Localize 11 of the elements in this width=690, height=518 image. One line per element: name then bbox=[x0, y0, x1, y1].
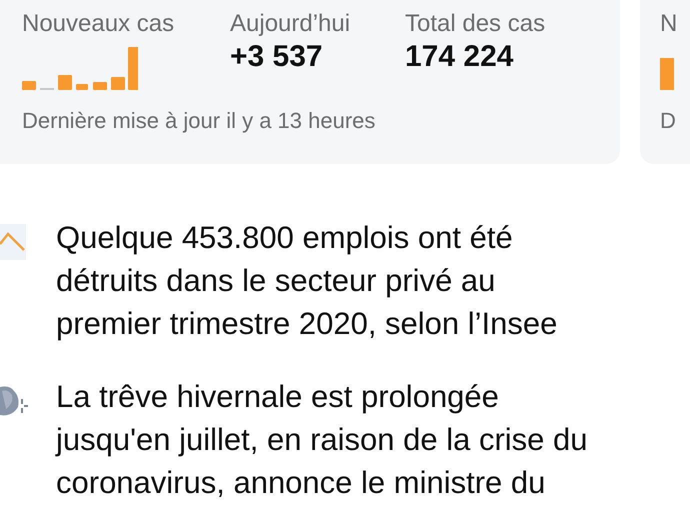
stat-value: +3 537 bbox=[230, 40, 323, 74]
stat-label: Total des cas bbox=[405, 10, 546, 38]
line-chart-icon bbox=[0, 224, 28, 260]
update-time: D bbox=[660, 108, 676, 134]
update-time: Dernière mise à jour il y a 13 heures bbox=[22, 108, 376, 134]
card-title: Nouveaux cas bbox=[22, 10, 174, 38]
stat-label: Aujourd’hui bbox=[230, 10, 350, 38]
card-title: N bbox=[660, 10, 678, 38]
stat-value: 174 224 bbox=[405, 40, 514, 74]
news-headline[interactable]: La trêve hivernale est prolongée jusqu'en juillet, en raison de la crise du coronavirus, annonce le ministre du bbox=[56, 375, 588, 504]
news-headline[interactable]: Quelque 453.800 emplois ont été détruits dans le secteur privé au premier trimestre 2020, selon l’Insee bbox=[56, 216, 558, 345]
